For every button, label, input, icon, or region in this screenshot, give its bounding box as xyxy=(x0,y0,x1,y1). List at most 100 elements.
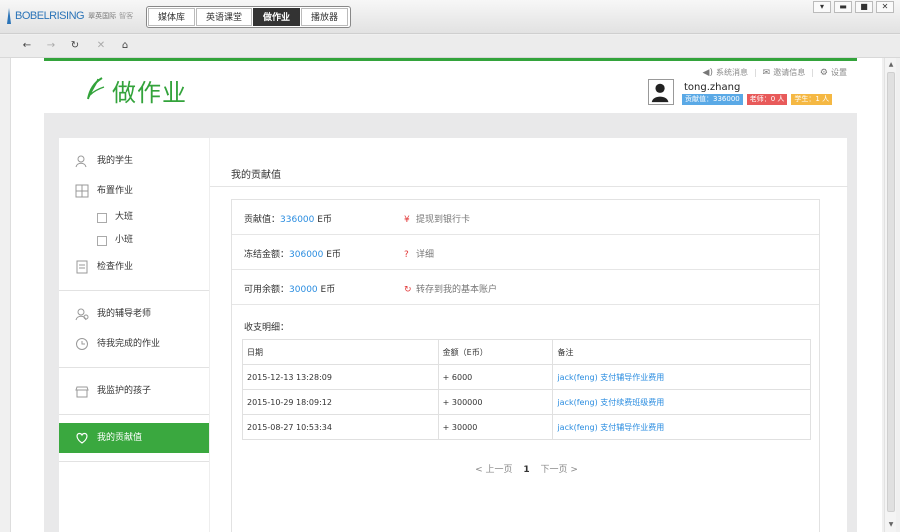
sidebar-item-label: 待我完成的作业 xyxy=(97,339,161,349)
app-logo: BOBELRISING xyxy=(15,10,85,22)
balance-row: 冻结金额：306000 E币? 详细 xyxy=(232,235,819,270)
balance-value: 30000 xyxy=(289,285,318,295)
sidebar-item[interactable]: 布置作业 xyxy=(59,176,209,206)
sidebar-group: 我的辅导老师待我完成的作业 xyxy=(59,291,209,368)
balance-action-label: 详细 xyxy=(416,250,435,260)
sidebar-item[interactable]: 我的辅导老师 xyxy=(59,299,209,329)
balance-action[interactable]: ↻ 转存到我的基本账户 xyxy=(404,282,497,295)
refresh-icon: ↻ xyxy=(404,285,412,295)
balance-action-label: 转存到我的基本账户 xyxy=(416,285,498,295)
class-icon xyxy=(97,236,107,246)
app-subtitle-2: 智客 xyxy=(119,12,134,20)
sidebar-item[interactable]: 待我完成的作业 xyxy=(59,329,209,359)
window-controls: ▾ ▬ ■ ✕ xyxy=(810,1,894,13)
scroll-up-icon[interactable]: ▲ xyxy=(885,60,897,70)
class-icon xyxy=(97,213,107,223)
sidebar-subitem[interactable]: 大班 xyxy=(59,206,209,229)
next-page-link[interactable]: 下一页 > xyxy=(541,465,578,475)
user-badges: 贡献值：336000 老师：0 人学生：1 人 xyxy=(682,94,836,105)
nav-tab[interactable]: 英语课堂 xyxy=(196,8,253,26)
yen-icon: ¥ xyxy=(404,215,410,225)
heart-icon xyxy=(76,432,88,444)
table-header: 日期 xyxy=(242,339,439,365)
table-cell: + 300000 xyxy=(437,389,554,415)
stop-icon[interactable]: ✕ xyxy=(94,39,108,53)
tutor-icon xyxy=(75,308,89,321)
scroll-down-icon[interactable]: ▼ xyxy=(885,520,897,530)
sidebar-item[interactable]: 我的学生 xyxy=(59,146,209,176)
system-messages-link[interactable]: 系统消息 xyxy=(716,67,748,78)
leaf-logo-icon xyxy=(87,77,105,100)
prev-page-link[interactable]: < 上一页 xyxy=(475,465,512,475)
scroll-thumb[interactable] xyxy=(887,72,895,512)
sidebar-item[interactable]: 检查作业 xyxy=(59,252,209,282)
balance-value: 336000 xyxy=(280,215,315,225)
title-bar: BOBELRISING 翠英国际 智客 媒体库 英语课堂 做作业 播放器 ▾ ▬ ■ … xyxy=(0,0,900,34)
balance-row: 可用余额：30000 E币 ↻ 转存到我的基本账户 xyxy=(232,270,819,305)
speaker-icon: ◀) xyxy=(702,67,713,78)
close-icon[interactable]: ✕ xyxy=(876,1,894,13)
settings-link[interactable]: 设置 xyxy=(831,67,847,78)
divider: | xyxy=(811,68,814,77)
assign-icon xyxy=(75,184,89,198)
divider xyxy=(210,186,848,187)
detail-label: 收支明细： xyxy=(244,323,290,333)
page-header: 做作业 ◀) 系统消息 | ✉ 邀请信息 | ⚙ 设置 tong.zhang 贡… xyxy=(44,58,857,113)
balance-action[interactable]: ¥ 提现到银行卡 xyxy=(404,212,470,225)
current-page: 1 xyxy=(523,465,530,475)
table-row: 2015-12-13 13:28:09 + 6000 jack(feng) 支付辅导… xyxy=(242,364,811,390)
username[interactable]: tong.zhang xyxy=(684,82,740,93)
sidebar-group: 我监护的孩子 xyxy=(59,368,209,415)
divider: | xyxy=(753,68,757,77)
user-badge: 贡献值：336000 xyxy=(682,94,743,105)
children-icon xyxy=(75,386,89,398)
balance-action-label: 提现到银行卡 xyxy=(416,215,471,225)
forward-icon[interactable]: → xyxy=(44,39,58,53)
app-brand: BOBELRISING 翠英国际 智客 xyxy=(6,8,133,24)
check-icon xyxy=(76,260,88,274)
invite-link[interactable]: 邀请信息 xyxy=(773,67,805,78)
sidebar-subitem[interactable]: 小班 xyxy=(59,229,209,252)
balance-action[interactable]: ? 详细 xyxy=(404,247,434,260)
menu-dropdown-icon[interactable]: ▾ xyxy=(813,1,831,13)
envelope-icon: ✉ xyxy=(762,67,771,78)
nav-tab[interactable]: 媒体库 xyxy=(148,8,196,26)
sidebar-item[interactable]: 我的贡献值 xyxy=(59,423,209,453)
main-panel: 我的贡献值 贡献值：336000 E币 ¥ 提现到银行卡 冻结金额：306000 E币… xyxy=(209,138,848,532)
top-links: ◀) 系统消息 | ✉ 邀请信息 | ⚙ 设置 xyxy=(703,67,847,78)
home-icon[interactable]: ⌂ xyxy=(118,39,132,53)
table-header: 备注 xyxy=(552,339,811,365)
pagination: < 上一页 1 下一页 > xyxy=(232,462,821,475)
nav-tab[interactable]: 播放器 xyxy=(301,8,349,26)
table-row: 2015-10-29 18:09:12 + 300000 jack(feng) 支付… xyxy=(242,389,811,415)
sidebar-group: 我的贡献值 xyxy=(59,415,209,462)
table-cell: 2015-12-13 13:28:09 xyxy=(242,364,439,390)
sidebar-item-label: 布置作业 xyxy=(97,186,134,196)
balance-label: 可用余额：30000 E币 xyxy=(244,282,335,295)
table-row: 2015-08-27 10:53:34 + 30000 jack(feng) 支付辅… xyxy=(242,414,811,440)
gear-icon: ⚙ xyxy=(819,67,828,78)
back-icon[interactable]: ← xyxy=(20,39,34,53)
balance-name: 贡献值： xyxy=(244,215,281,225)
nav-tab[interactable]: 做作业 xyxy=(253,8,301,26)
help-icon: ? xyxy=(404,250,409,260)
table-cell: + 30000 xyxy=(437,414,554,440)
todo-icon xyxy=(76,338,88,350)
balance-name: 冻结金额： xyxy=(244,250,290,260)
balance-value: 306000 xyxy=(289,250,324,260)
note-link[interactable]: jack(feng) 支付辅导作业费用 xyxy=(552,414,811,440)
section-title: 我的贡献值 xyxy=(231,170,281,181)
account-box: 贡献值：336000 E币 ¥ 提现到银行卡 冻结金额：306000 E币? 详细 可用余… xyxy=(231,199,820,532)
sidebar-item-label: 我监护的孩子 xyxy=(97,386,152,396)
note-link[interactable]: jack(feng) 支付续费班级费用 xyxy=(552,389,811,415)
sidebar-item[interactable]: 我监护的孩子 xyxy=(59,376,209,406)
minimize-icon[interactable]: ▬ xyxy=(834,1,852,13)
sidebar-item-label: 检查作业 xyxy=(97,262,134,272)
maximize-icon[interactable]: ■ xyxy=(855,1,873,13)
vertical-scrollbar[interactable]: ▲ ▼ xyxy=(884,58,896,532)
sidebar-group: 我的学生布置作业大班 小班检查作业 xyxy=(59,138,209,291)
refresh-icon[interactable]: ↻ xyxy=(68,39,82,53)
user-badge: 老师：0 人 xyxy=(746,94,788,105)
avatar[interactable] xyxy=(648,79,674,105)
note-link[interactable]: jack(feng) 支付辅导作业费用 xyxy=(552,364,811,390)
